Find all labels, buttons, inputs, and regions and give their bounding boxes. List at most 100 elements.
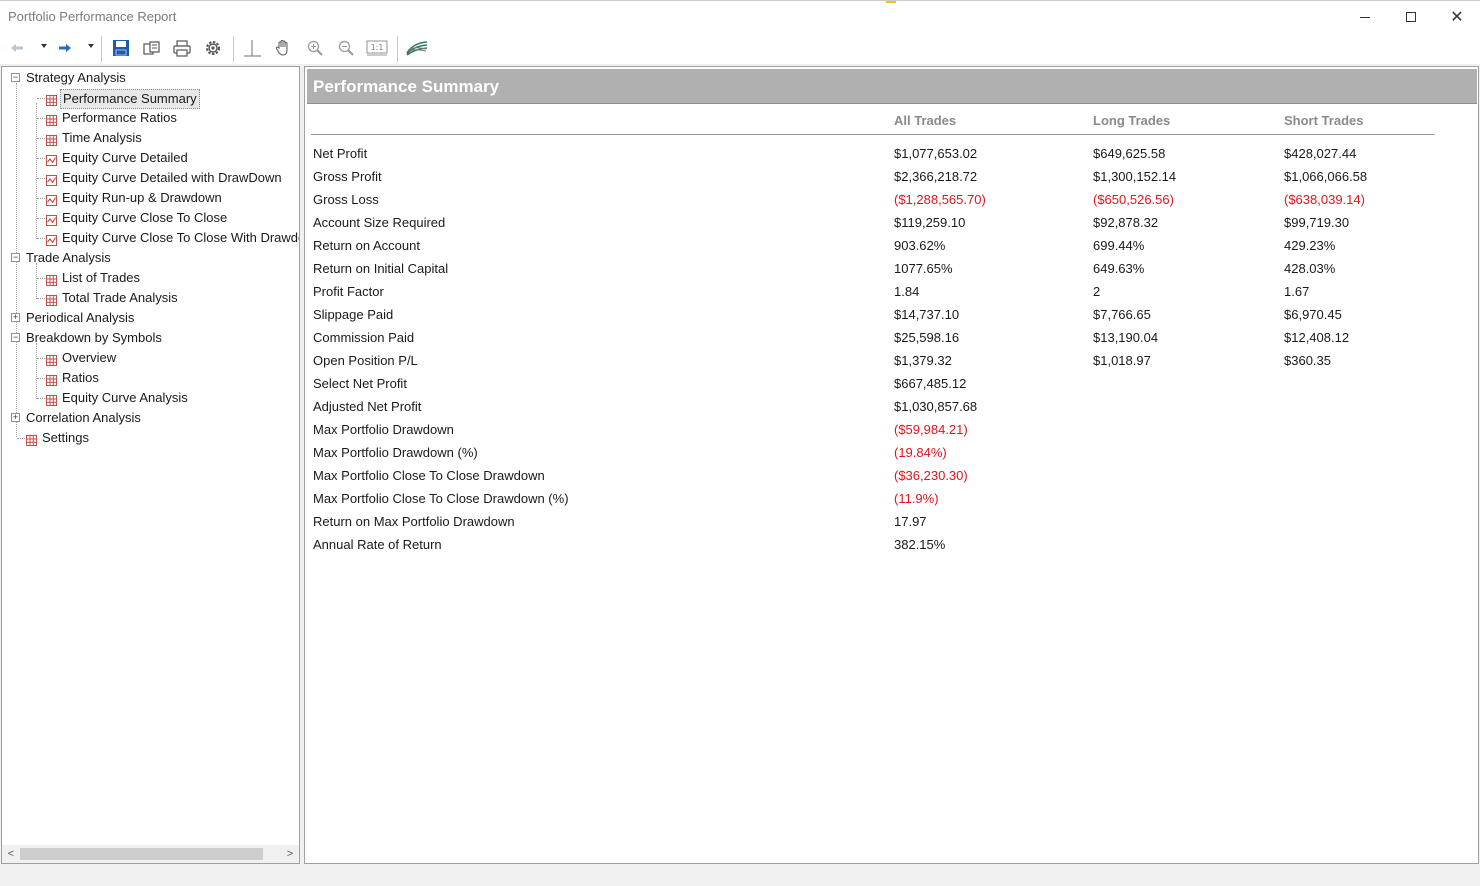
table-row: Select Net Profit $667,485.12 [305, 376, 1475, 399]
tree-connector [37, 398, 45, 399]
tree-item-label[interactable]: Overview [60, 348, 118, 368]
metric-label: Return on Initial Capital [313, 261, 449, 276]
collapse-icon[interactable]: − [11, 253, 20, 262]
toolbar-separator [101, 36, 102, 62]
chart-style-icon [406, 41, 428, 56]
metric-label: Gross Profit [313, 169, 382, 184]
metric-value: ($1,288,565.70) [894, 192, 986, 207]
maximize-button[interactable] [1388, 1, 1434, 33]
metric-value: $1,018.97 [1093, 353, 1151, 368]
hand-pan-icon [275, 39, 288, 56]
crosshair-button[interactable] [241, 38, 263, 58]
tree-connector [37, 158, 45, 159]
tree-item-label[interactable]: Equity Curve Analysis [60, 388, 190, 408]
metric-value: $99,719.30 [1284, 215, 1350, 230]
open-button[interactable] [141, 38, 163, 58]
tree-item-label[interactable]: Performance Summary [60, 89, 200, 109]
tree-group-label[interactable]: Breakdown by Symbols [24, 328, 164, 348]
metric-value: 1.67 [1284, 284, 1310, 299]
table-row: Max Portfolio Drawdown (%) (19.84%) [305, 445, 1475, 468]
tree-connector [37, 278, 45, 279]
close-button[interactable]: ✕ [1434, 1, 1480, 33]
table-row: Net Profit $1,077,653.02 $649,625.58 $428,0… [305, 146, 1475, 169]
table-row: Commission Paid $25,598.16 $13,190.04 $12,4… [305, 330, 1475, 353]
metric-value: ($638,039.14) [1284, 192, 1365, 207]
tree-connector [37, 198, 45, 199]
tree-item-label[interactable]: List of Trades [60, 268, 142, 288]
collapse-icon[interactable]: − [11, 333, 20, 342]
tree-item-label[interactable]: Equity Curve Detailed with DrawDown [60, 168, 284, 188]
tree-item-label[interactable]: Total Trade Analysis [60, 288, 180, 308]
table-row: Gross Loss ($1,288,565.70) ($650,526.56) ($… [305, 192, 1475, 215]
scroll-right-icon[interactable]: > [283, 847, 297, 861]
settings-button[interactable] [202, 38, 224, 58]
scroll-thumb[interactable] [20, 848, 263, 860]
report-content: Performance Summary All Trades Long Trad… [304, 66, 1479, 864]
table-row: Account Size Required $119,259.10 $92,878.… [305, 215, 1475, 238]
table-report-icon [46, 272, 57, 286]
back-dropdown-icon[interactable] [41, 44, 47, 48]
print-button[interactable] [171, 38, 193, 58]
zoom-in-icon [307, 40, 323, 56]
column-header-all-trades: All Trades [894, 113, 957, 128]
scroll-left-icon[interactable]: < [4, 847, 18, 861]
tree-item-label[interactable]: Equity Run-up & Drawdown [60, 188, 224, 208]
table-row: Return on Account 903.62% 699.44% 429.23% [305, 238, 1475, 261]
actual-size-button[interactable]: 1:1 [366, 38, 388, 58]
metric-label: Return on Max Portfolio Drawdown [313, 514, 515, 529]
tree-item-label[interactable]: Ratios [60, 368, 101, 388]
tree-connector [37, 298, 45, 299]
metric-value: 699.44% [1093, 238, 1145, 253]
metric-value: $1,379.32 [894, 353, 952, 368]
tree-item-label[interactable]: Settings [40, 428, 91, 448]
metric-value: $667,485.12 [894, 376, 967, 391]
table-report-icon [46, 112, 57, 126]
pan-button[interactable] [272, 38, 294, 58]
zoom-out-button[interactable] [335, 38, 357, 58]
metric-value: $360.35 [1284, 353, 1331, 368]
tree-item-label[interactable]: Performance Ratios [60, 108, 179, 128]
save-button[interactable] [110, 38, 132, 58]
forward-button[interactable] [54, 38, 76, 58]
open-icon [143, 41, 160, 55]
metric-value: 429.23% [1284, 238, 1336, 253]
window-title: Portfolio Performance Report [8, 9, 177, 24]
tree-item-label[interactable]: Equity Curve Detailed [60, 148, 190, 168]
metric-value: 428.03% [1284, 261, 1336, 276]
tree-group-label[interactable]: Trade Analysis [24, 248, 113, 268]
table-report-icon [46, 92, 57, 106]
metric-label: Gross Loss [313, 192, 379, 207]
metric-value: $428,027.44 [1284, 146, 1357, 161]
tree-item-label[interactable]: Time Analysis [60, 128, 144, 148]
metric-label: Max Portfolio Close To Close Drawdown [313, 468, 545, 483]
chart-report-icon [46, 172, 57, 186]
metric-label: Annual Rate of Return [313, 537, 442, 552]
expand-icon[interactable]: + [11, 313, 20, 322]
metric-label: Profit Factor [313, 284, 384, 299]
tree-group-label[interactable]: Correlation Analysis [24, 408, 143, 428]
zoom-in-button[interactable] [304, 38, 326, 58]
chart-style-button[interactable] [404, 38, 430, 58]
forward-dropdown-icon[interactable] [88, 44, 94, 48]
metric-value: ($36,230.30) [894, 468, 968, 483]
expand-icon[interactable]: + [11, 413, 20, 422]
collapse-icon[interactable]: − [11, 73, 20, 82]
metric-value: 2 [1093, 284, 1101, 299]
tree-connector [37, 178, 45, 179]
tree-connector [37, 138, 45, 139]
metric-value: $649,625.58 [1093, 146, 1166, 161]
tree-group-label[interactable]: Periodical Analysis [24, 308, 136, 328]
metric-label: Select Net Profit [313, 376, 407, 391]
horizontal-scrollbar[interactable]: < > [2, 845, 299, 863]
back-button[interactable] [6, 38, 28, 58]
metric-value: $92,878.32 [1093, 215, 1159, 230]
table-row: Annual Rate of Return 382.15% [305, 537, 1475, 560]
tree-group-label[interactable]: Strategy Analysis [24, 68, 128, 88]
tree-connector [37, 218, 45, 219]
minimize-button[interactable] [1342, 1, 1388, 33]
tree-item-label[interactable]: Equity Curve Close To Close [60, 208, 229, 228]
tree-item-label[interactable]: Equity Curve Close To Close With Drawdow… [60, 228, 299, 248]
table-report-icon [46, 132, 57, 146]
navigation-tree: − Strategy Analysis Performance Summary Per… [1, 66, 300, 864]
title-accent [886, 1, 896, 3]
